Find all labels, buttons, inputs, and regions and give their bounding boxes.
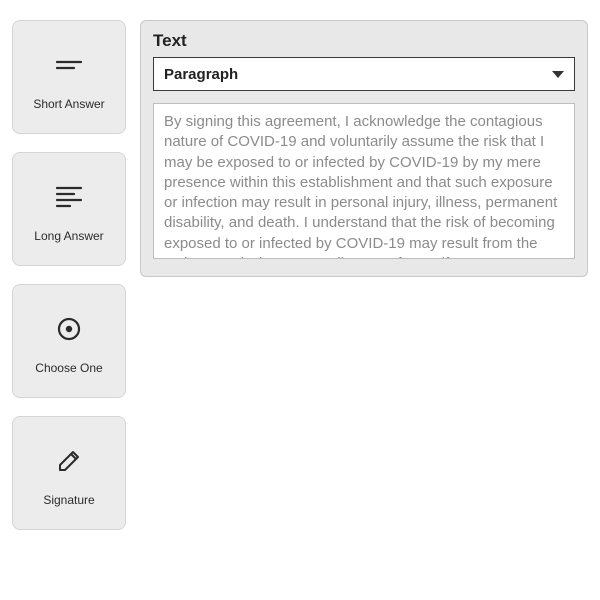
field-tile-label: Long Answer xyxy=(34,229,103,243)
long-answer-icon xyxy=(47,175,91,219)
field-tile-label: Choose One xyxy=(35,361,102,375)
text-config-panel: Text Paragraph xyxy=(140,20,588,277)
text-type-select[interactable]: Paragraph xyxy=(153,57,575,91)
field-type-sidebar: Short Answer Long Answer Choose One xyxy=(12,20,126,530)
field-tile-choose-one[interactable]: Choose One xyxy=(12,284,126,398)
field-tile-label: Signature xyxy=(43,493,94,507)
select-value: Paragraph xyxy=(164,66,552,83)
pencil-icon xyxy=(47,439,91,483)
panel-title: Text xyxy=(153,31,575,51)
field-tile-long-answer[interactable]: Long Answer xyxy=(12,152,126,266)
chevron-down-icon xyxy=(552,71,564,78)
field-tile-short-answer[interactable]: Short Answer xyxy=(12,20,126,134)
radio-icon xyxy=(47,307,91,351)
paragraph-textarea[interactable] xyxy=(153,103,575,259)
short-answer-icon xyxy=(47,43,91,87)
field-tile-signature[interactable]: Signature xyxy=(12,416,126,530)
field-tile-label: Short Answer xyxy=(33,97,104,111)
